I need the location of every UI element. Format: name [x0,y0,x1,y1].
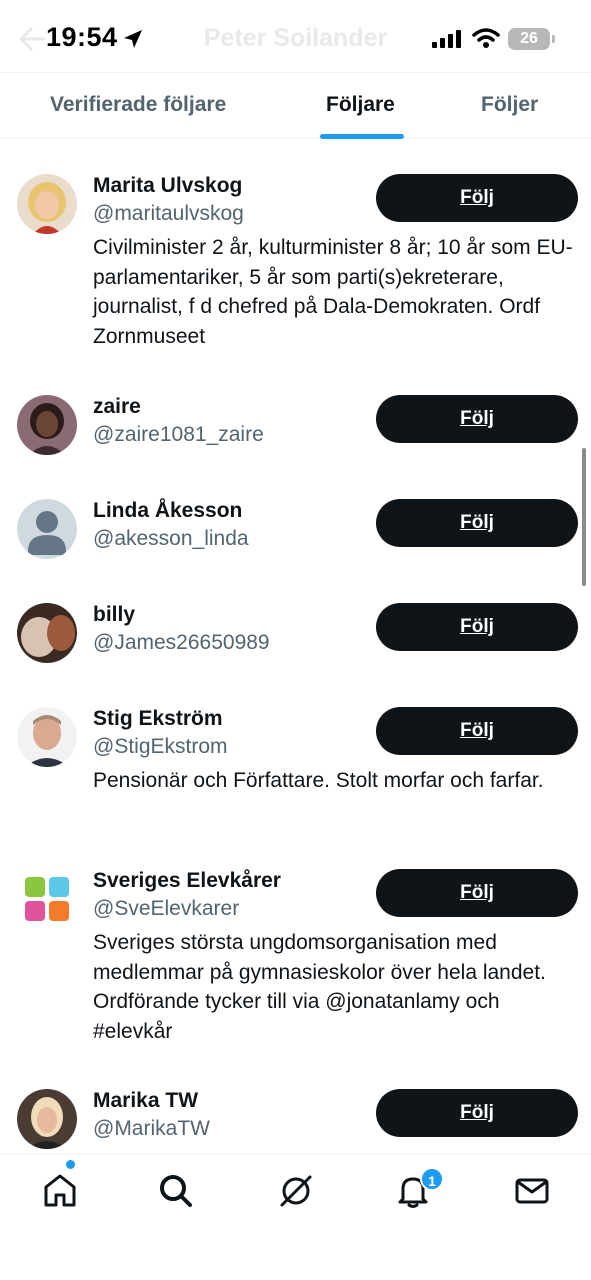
avatar[interactable] [17,174,77,234]
follow-button[interactable]: Följ [376,174,578,222]
user-name[interactable]: Sveriges Elevkårer [93,869,281,893]
status-time: 19:54 [46,22,118,52]
scrollbar[interactable] [582,448,586,586]
list-item[interactable]: Stig Ekström @StigEkstrom Pensionär och … [0,707,591,837]
tab-followers[interactable]: Följare [326,93,395,117]
user-bio: Pensionär och Författare. Stolt morfar o… [93,769,544,792]
tab-verified-followers[interactable]: Verifierade följare [50,93,226,117]
location-arrow-icon [124,30,142,48]
user-name[interactable]: Stig Ekström [93,707,223,731]
followers-list[interactable]: Marita Ulvskog @maritaulvskog Civilminis… [0,139,591,1154]
battery-indicator: 26 [508,28,555,50]
home-icon[interactable] [40,1171,80,1211]
user-handle[interactable]: @zaire1081_zaire [93,423,264,447]
avatar[interactable] [17,603,77,663]
bottom-navigation: 1 [0,1154,591,1280]
user-name[interactable]: Marika TW [93,1089,198,1113]
follower-tabs: Verifierade följare Följare Följer [0,72,591,139]
user-name[interactable]: zaire [93,395,141,419]
grok-icon[interactable] [276,1171,316,1211]
avatar[interactable] [17,395,77,455]
avatar[interactable] [17,707,77,767]
list-item[interactable]: Sveriges Elevkårer @SveElevkarer Sverige… [0,869,591,1059]
tab-following[interactable]: Följer [481,93,538,117]
user-handle[interactable]: @StigEkstrom [93,735,228,759]
cellular-signal-icon [432,30,461,48]
notification-count-badge: 1 [420,1167,444,1191]
user-bio: Civilminister 2 år, kulturminister 8 år;… [93,236,573,348]
user-handle[interactable]: @SveElevkarer [93,897,239,921]
avatar[interactable] [17,1089,77,1149]
mail-icon[interactable] [512,1171,552,1211]
user-handle[interactable]: @MarikaTW [93,1117,210,1141]
user-handle[interactable]: @akesson_linda [93,527,249,551]
follow-button[interactable]: Följ [376,869,578,917]
back-arrow-icon[interactable] [18,26,46,52]
home-unread-dot [66,1160,75,1169]
list-item[interactable]: billy @James26650989 Följ [0,603,591,683]
user-bio: Sveriges största ungdomsorganisation med… [93,931,546,1043]
wifi-icon [472,28,500,48]
user-name[interactable]: Marita Ulvskog [93,174,242,198]
user-handle[interactable]: @James26650989 [93,631,270,655]
avatar[interactable] [17,869,77,929]
follow-button[interactable]: Följ [376,395,578,443]
user-handle[interactable]: @maritaulvskog [93,202,244,226]
list-item[interactable]: Marita Ulvskog @maritaulvskog Civilminis… [0,174,591,374]
list-item[interactable]: zaire @zaire1081_zaire Följ [0,395,591,475]
follow-button[interactable]: Följ [376,1089,578,1137]
follow-button[interactable]: Följ [376,603,578,651]
user-name[interactable]: Linda Åkesson [93,499,242,523]
list-item[interactable]: Marika TW @MarikaTW Följ [0,1089,591,1154]
follow-button[interactable]: Följ [376,499,578,547]
list-item[interactable]: Linda Åkesson @akesson_linda Följ [0,499,591,579]
search-icon[interactable] [156,1171,196,1211]
follow-button[interactable]: Följ [376,707,578,755]
user-name[interactable]: billy [93,603,135,627]
default-avatar-icon[interactable] [17,499,77,559]
status-bar: Peter Soilander 19:54 26 [0,0,591,76]
